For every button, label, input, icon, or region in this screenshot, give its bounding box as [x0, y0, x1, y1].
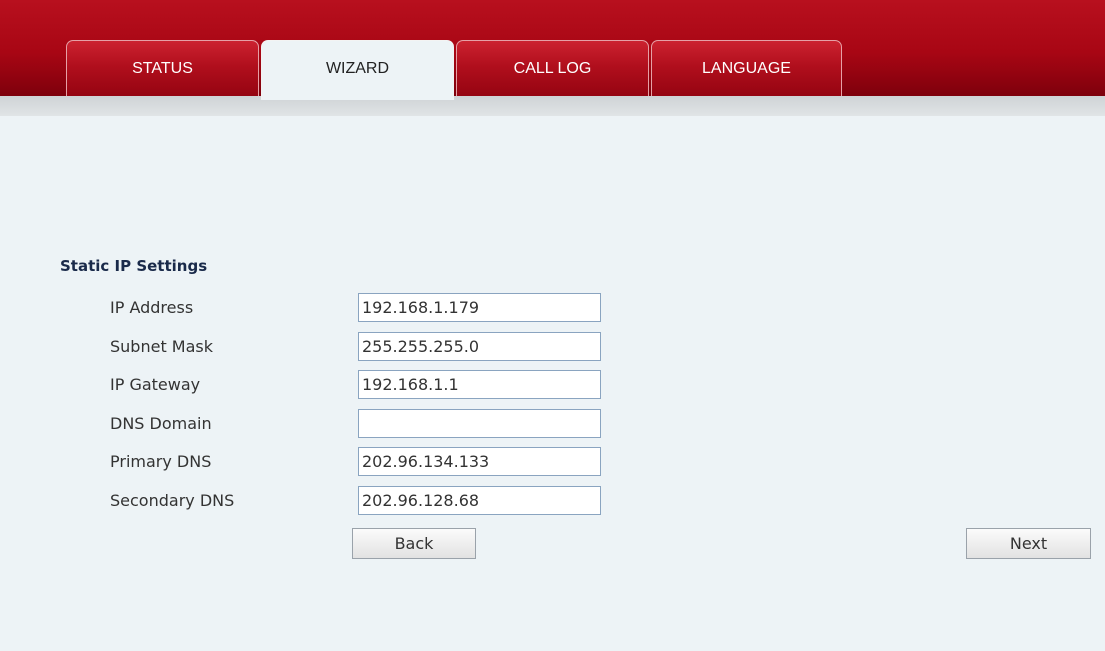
dns-domain-label: DNS Domain [110, 414, 212, 433]
header-subbar [0, 96, 1105, 116]
ip-gateway-input[interactable] [358, 370, 601, 399]
section-title: Static IP Settings [60, 257, 208, 275]
ip-gateway-label: IP Gateway [110, 375, 201, 394]
secondary-dns-input[interactable] [358, 486, 601, 515]
tab-wizard[interactable]: WIZARD [261, 40, 454, 100]
dns-domain-input[interactable] [358, 409, 601, 438]
primary-dns-input[interactable] [358, 447, 601, 476]
next-button[interactable]: Next [966, 528, 1091, 559]
tab-status[interactable]: STATUS [66, 40, 259, 96]
subnet-mask-label: Subnet Mask [110, 337, 214, 356]
ip-address-label: IP Address [110, 298, 194, 317]
tab-call-log[interactable]: CALL LOG [456, 40, 649, 96]
secondary-dns-label: Secondary DNS [110, 491, 235, 510]
tab-language[interactable]: LANGUAGE [651, 40, 842, 96]
subnet-mask-input[interactable] [358, 332, 601, 361]
back-button[interactable]: Back [352, 528, 476, 559]
primary-dns-label: Primary DNS [110, 452, 212, 471]
ip-address-input[interactable] [358, 293, 601, 322]
